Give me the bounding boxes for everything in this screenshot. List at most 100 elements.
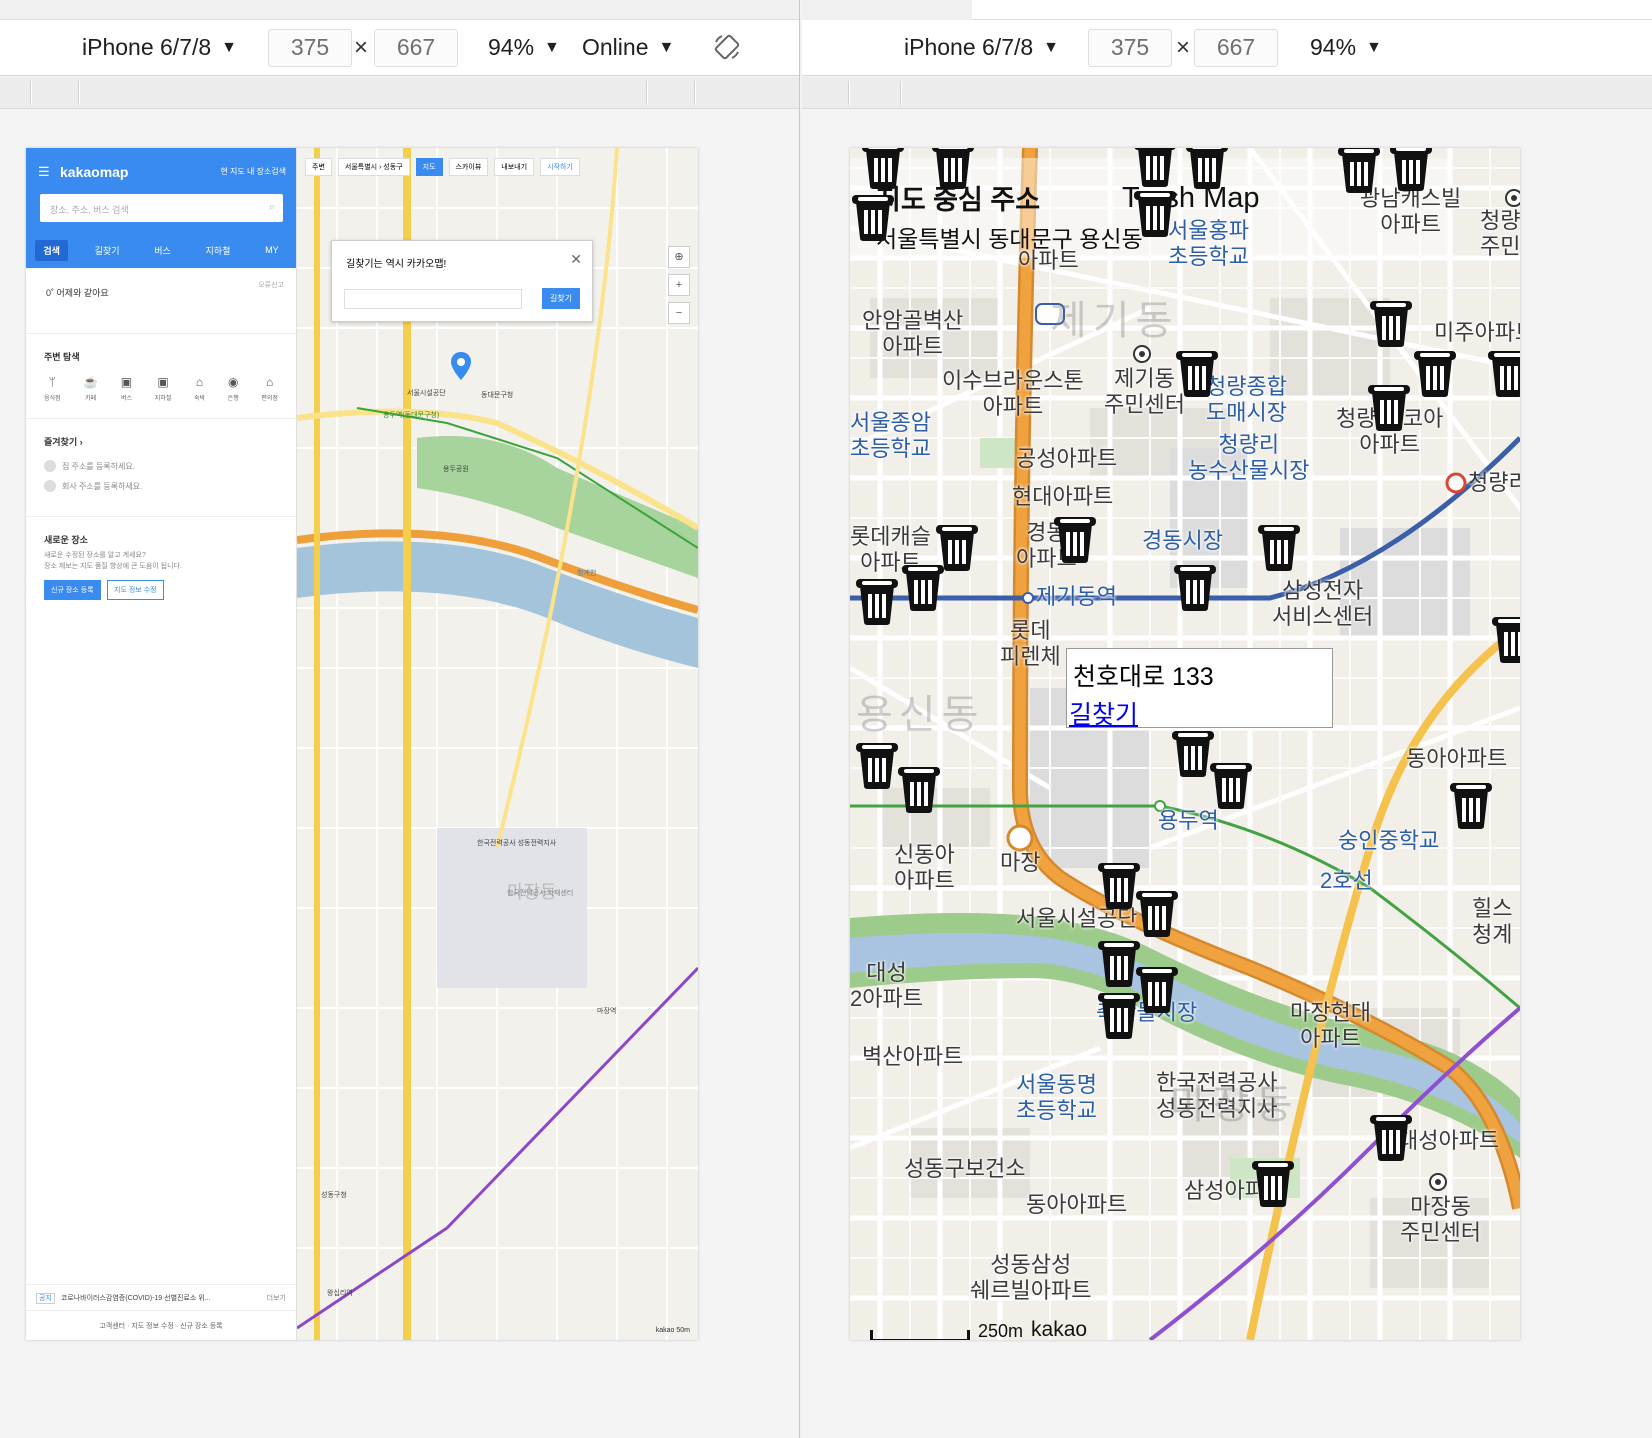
close-icon[interactable]: ✕ — [570, 251, 582, 268]
promo-directions-button[interactable]: 길찾기 — [541, 288, 580, 309]
device-select[interactable]: iPhone 6/7/8 ▼ — [904, 34, 1059, 61]
map-label: 동대문구청 — [481, 392, 514, 399]
map-label: 성동구청 — [321, 1192, 347, 1199]
category-store[interactable]: ⌂ 편의점 — [261, 375, 278, 402]
bank-icon: ◉ — [227, 375, 239, 389]
media-query-ruler — [0, 77, 799, 109]
category-restaurant[interactable]: ᛘ 음식점 — [44, 375, 61, 402]
notice-bar[interactable]: 공지 코로나바이러스감염증(COVID)-19 선별진료소 위... 더보기 — [26, 1284, 296, 1310]
trash-bin-icon[interactable] — [1256, 522, 1302, 572]
trash-bin-icon[interactable] — [896, 764, 942, 814]
register-place-button[interactable]: 신규 장소 등록 — [44, 580, 101, 600]
trash-bin-icon[interactable] — [1366, 382, 1412, 432]
trash-bin-icon[interactable] — [854, 740, 900, 790]
zoom-select[interactable]: 94% ▼ — [488, 34, 560, 61]
map-scale: 250m kakao — [870, 1318, 1087, 1340]
trash-bin-icon[interactable] — [1486, 348, 1520, 398]
device-select[interactable]: iPhone 6/7/8 ▼ — [82, 34, 237, 61]
map-place-label: 마장동 — [1170, 1083, 1299, 1127]
map-export-button[interactable]: 내보내기 — [494, 158, 535, 176]
trash-bin-icon[interactable] — [1368, 1112, 1414, 1162]
tab-bus[interactable]: 버스 — [146, 240, 179, 261]
popup-directions-link[interactable]: 길찾기 — [1069, 695, 1138, 731]
location-pin-icon[interactable] — [451, 352, 471, 380]
tab-subway[interactable]: 지하철 — [198, 240, 239, 261]
map-nearby-button[interactable]: 주변 — [305, 158, 332, 176]
network-select[interactable]: Online ▼ — [582, 34, 674, 61]
map-place-label: 동아아파트 — [1026, 1192, 1128, 1217]
trash-bin-icon[interactable] — [1096, 990, 1142, 1040]
category-subway[interactable]: ▣ 지하철 — [155, 375, 172, 402]
promo-route-bar[interactable] — [344, 289, 522, 309]
map-place-label: 벽산아파트 — [862, 1044, 964, 1069]
trash-bin-icon[interactable] — [930, 148, 976, 190]
rotate-icon[interactable] — [712, 32, 742, 62]
left-devtools-pane: iPhone 6/7/8 ▼ 375 × 667 94% ▼ Online ▼ … — [0, 0, 800, 1438]
tab-directions[interactable]: 길찾기 — [87, 240, 128, 261]
category-hotel[interactable]: ⌂ 숙박 — [194, 375, 205, 402]
tab-my[interactable]: MY — [257, 241, 287, 259]
weather-report-link[interactable]: 오류신고 — [258, 280, 284, 290]
trash-bin-icon[interactable] — [1174, 348, 1220, 398]
favorites-title[interactable]: 즐겨찾기 › — [44, 435, 278, 448]
trash-bin-icon[interactable] — [1208, 760, 1254, 810]
search-icon[interactable]: ⌕ — [269, 201, 275, 214]
fav-work[interactable]: 회사 주소를 등록하세요. — [44, 480, 278, 492]
target-icon[interactable]: ⊕ — [668, 246, 690, 268]
menu-icon[interactable]: ☰ — [38, 164, 50, 180]
map-place-label: 숭인중학교 — [1338, 828, 1440, 853]
trash-bin-icon[interactable] — [1368, 298, 1414, 348]
kakao-footer[interactable]: 고객센터 · 지도 정보 수정 · 신규 장소 등록 — [26, 1310, 296, 1340]
category-cafe[interactable]: ☕ 카페 — [83, 375, 98, 402]
trash-bin-icon[interactable] — [1132, 188, 1178, 238]
tab-search[interactable]: 검색 — [35, 239, 68, 261]
map-place-label: 청량 주민 — [1480, 208, 1520, 259]
trash-bin-icon[interactable] — [1250, 1158, 1296, 1208]
map-place-label: 제기동 주민센터 — [1104, 366, 1185, 417]
bin-info-popup: 천호대로 133 길찾기 — [1066, 648, 1333, 731]
trash-bin-icon[interactable] — [1448, 780, 1494, 830]
home-icon — [44, 460, 56, 472]
trash-bin-icon[interactable] — [860, 148, 906, 190]
trash-bin-icon[interactable] — [850, 192, 896, 242]
trash-bin-icon[interactable] — [854, 576, 900, 626]
trash-bin-icon[interactable] — [1388, 148, 1434, 192]
zoom-in-button[interactable]: + — [668, 274, 690, 296]
trash-bin-icon[interactable] — [1134, 888, 1180, 938]
map-place-label: 이수브라운스톤 아파트 — [942, 368, 1084, 419]
category-bank[interactable]: ◉ 은행 — [228, 375, 239, 402]
map-breadcrumb[interactable]: 서울특별시 › 성동구 — [337, 158, 410, 176]
search-input[interactable]: 장소, 주소, 버스 검색 ⌕ — [40, 194, 283, 222]
zoom-select[interactable]: 94% ▼ — [1310, 34, 1382, 61]
kakao-logo[interactable]: kakaomap — [60, 164, 128, 180]
edit-map-button[interactable]: 지도 정보 수정 — [107, 580, 164, 600]
times-sign: × — [354, 33, 369, 61]
cup-icon: ☕ — [83, 375, 99, 389]
trash-bin-icon[interactable] — [1336, 148, 1382, 194]
map-type-map[interactable]: 지도 — [415, 158, 443, 176]
notice-more-link[interactable]: 더보기 — [267, 1293, 286, 1303]
category-bus[interactable]: ▣ 버스 — [121, 375, 132, 402]
map-place-label: 용두역 — [1158, 808, 1219, 833]
trash-bin-icon[interactable] — [900, 562, 946, 612]
trash-bin-icon[interactable] — [1132, 148, 1178, 188]
zoom-out-button[interactable]: − — [668, 302, 690, 324]
width-input[interactable]: 375 — [1088, 28, 1172, 67]
trash-bin-icon[interactable] — [1412, 348, 1458, 398]
kakao-map[interactable]: 주변 서울특별시 › 성동구 지도 스카이뷰 내보내기 시작하기 길찾기는 역시… — [297, 148, 698, 1340]
trash-bin-icon[interactable] — [1052, 514, 1098, 564]
map-place-label: 미주아파트 — [1434, 320, 1520, 345]
height-input[interactable]: 667 — [374, 28, 458, 67]
favorites-section: 즐겨찾기 › 집 주소를 등록하세요. 회사 주소를 등록하세요. — [26, 419, 296, 517]
trash-bin-icon[interactable] — [1184, 148, 1230, 190]
map-place-label: 안암골벽산 아파트 — [862, 308, 964, 359]
width-input[interactable]: 375 — [268, 28, 352, 67]
map-type-skyview[interactable]: 스카이뷰 — [448, 158, 489, 176]
fav-home[interactable]: 집 주소를 등록하세요. — [44, 460, 278, 472]
map-start-button[interactable]: 시작하기 — [540, 158, 580, 176]
current-map-search[interactable]: 현 지도 내 장소검색 — [220, 166, 286, 177]
height-input[interactable]: 667 — [1194, 28, 1278, 67]
trash-bin-icon[interactable] — [1172, 562, 1218, 612]
device-select-label: iPhone 6/7/8 — [904, 34, 1034, 60]
trash-bin-icon[interactable] — [1490, 614, 1520, 664]
